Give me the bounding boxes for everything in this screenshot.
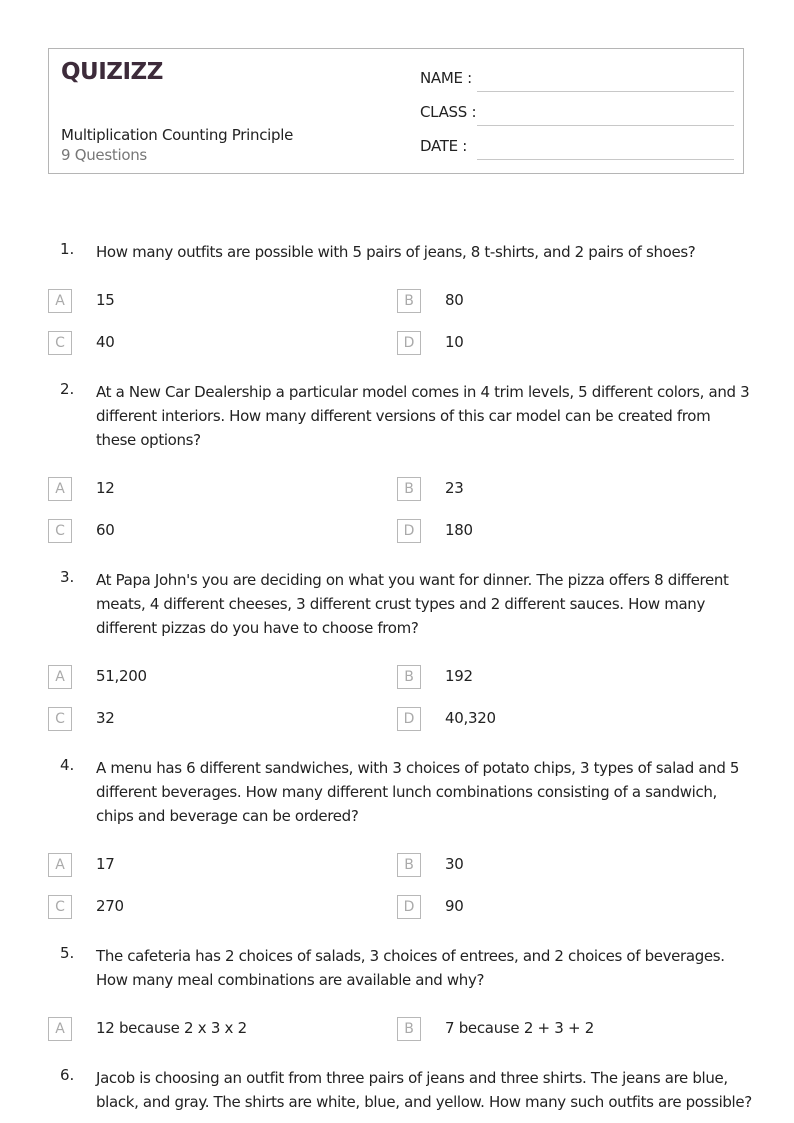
option-value: 7 because 2 + 3 + 2 xyxy=(445,1019,594,1037)
option-letter-box[interactable]: B xyxy=(397,1017,421,1041)
option-letter-box[interactable]: A xyxy=(48,477,72,501)
option-value: 270 xyxy=(96,897,124,915)
quizizz-logo: QUIZIZZ xyxy=(61,59,163,85)
name-line[interactable] xyxy=(477,91,734,92)
question-number: 6. xyxy=(60,1066,75,1084)
option-letter-box[interactable]: C xyxy=(48,519,72,543)
option-value: 12 xyxy=(96,479,115,497)
option-letter-box[interactable]: C xyxy=(48,895,72,919)
option-value: 12 because 2 x 3 x 2 xyxy=(96,1019,247,1037)
date-field[interactable]: DATE : xyxy=(420,137,734,161)
question-text: At a New Car Dealership a particular mod… xyxy=(96,383,750,449)
question-text: Jacob is choosing an outfit from three p… xyxy=(96,1069,752,1111)
question-number: 1. xyxy=(60,240,75,258)
option-letter-box[interactable]: C xyxy=(48,331,72,355)
option-letter-box[interactable]: D xyxy=(397,707,421,731)
option-value: 180 xyxy=(445,521,473,539)
worksheet-header: QUIZIZZ Multiplication Counting Principl… xyxy=(48,48,744,174)
option-value: 10 xyxy=(445,333,464,351)
option-value: 15 xyxy=(96,291,115,309)
option-letter-box[interactable]: B xyxy=(397,665,421,689)
option-value: 51,200 xyxy=(96,667,147,685)
question-text: At Papa John's you are deciding on what … xyxy=(96,571,729,637)
question-number: 3. xyxy=(60,568,75,586)
option-letter-box[interactable]: C xyxy=(48,707,72,731)
option-letter-box[interactable]: A xyxy=(48,853,72,877)
option-value: 23 xyxy=(445,479,464,497)
class-label: CLASS : xyxy=(420,103,477,121)
option-letter-box[interactable]: A xyxy=(48,1017,72,1041)
option-letter-box[interactable]: D xyxy=(397,331,421,355)
option-letter-box[interactable]: A xyxy=(48,665,72,689)
question-number: 2. xyxy=(60,380,75,398)
option-letter-box[interactable]: A xyxy=(48,289,72,313)
question-text: How many outfits are possible with 5 pai… xyxy=(96,243,696,261)
option-value: 40 xyxy=(96,333,115,351)
class-field[interactable]: CLASS : xyxy=(420,103,734,127)
option-value: 30 xyxy=(445,855,464,873)
worksheet-title: Multiplication Counting Principle xyxy=(61,126,294,144)
question-number: 5. xyxy=(60,944,75,962)
option-value: 90 xyxy=(445,897,464,915)
option-letter-box[interactable]: B xyxy=(397,289,421,313)
date-line[interactable] xyxy=(477,159,734,160)
option-letter-box[interactable]: B xyxy=(397,477,421,501)
option-value: 60 xyxy=(96,521,115,539)
option-value: 192 xyxy=(445,667,473,685)
class-line[interactable] xyxy=(477,125,734,126)
option-letter-box[interactable]: D xyxy=(397,519,421,543)
question-number: 4. xyxy=(60,756,75,774)
option-letter-box[interactable]: B xyxy=(397,853,421,877)
option-value: 40,320 xyxy=(445,709,496,727)
name-field[interactable]: NAME : xyxy=(420,69,734,93)
option-value: 17 xyxy=(96,855,115,873)
name-label: NAME : xyxy=(420,69,472,87)
question-text: A menu has 6 different sandwiches, with … xyxy=(96,759,740,825)
date-label: DATE : xyxy=(420,137,468,155)
question-text: The cafeteria has 2 choices of salads, 3… xyxy=(96,947,725,989)
option-letter-box[interactable]: D xyxy=(397,895,421,919)
option-value: 32 xyxy=(96,709,115,727)
option-value: 80 xyxy=(445,291,464,309)
question-count: 9 Questions xyxy=(61,146,147,164)
